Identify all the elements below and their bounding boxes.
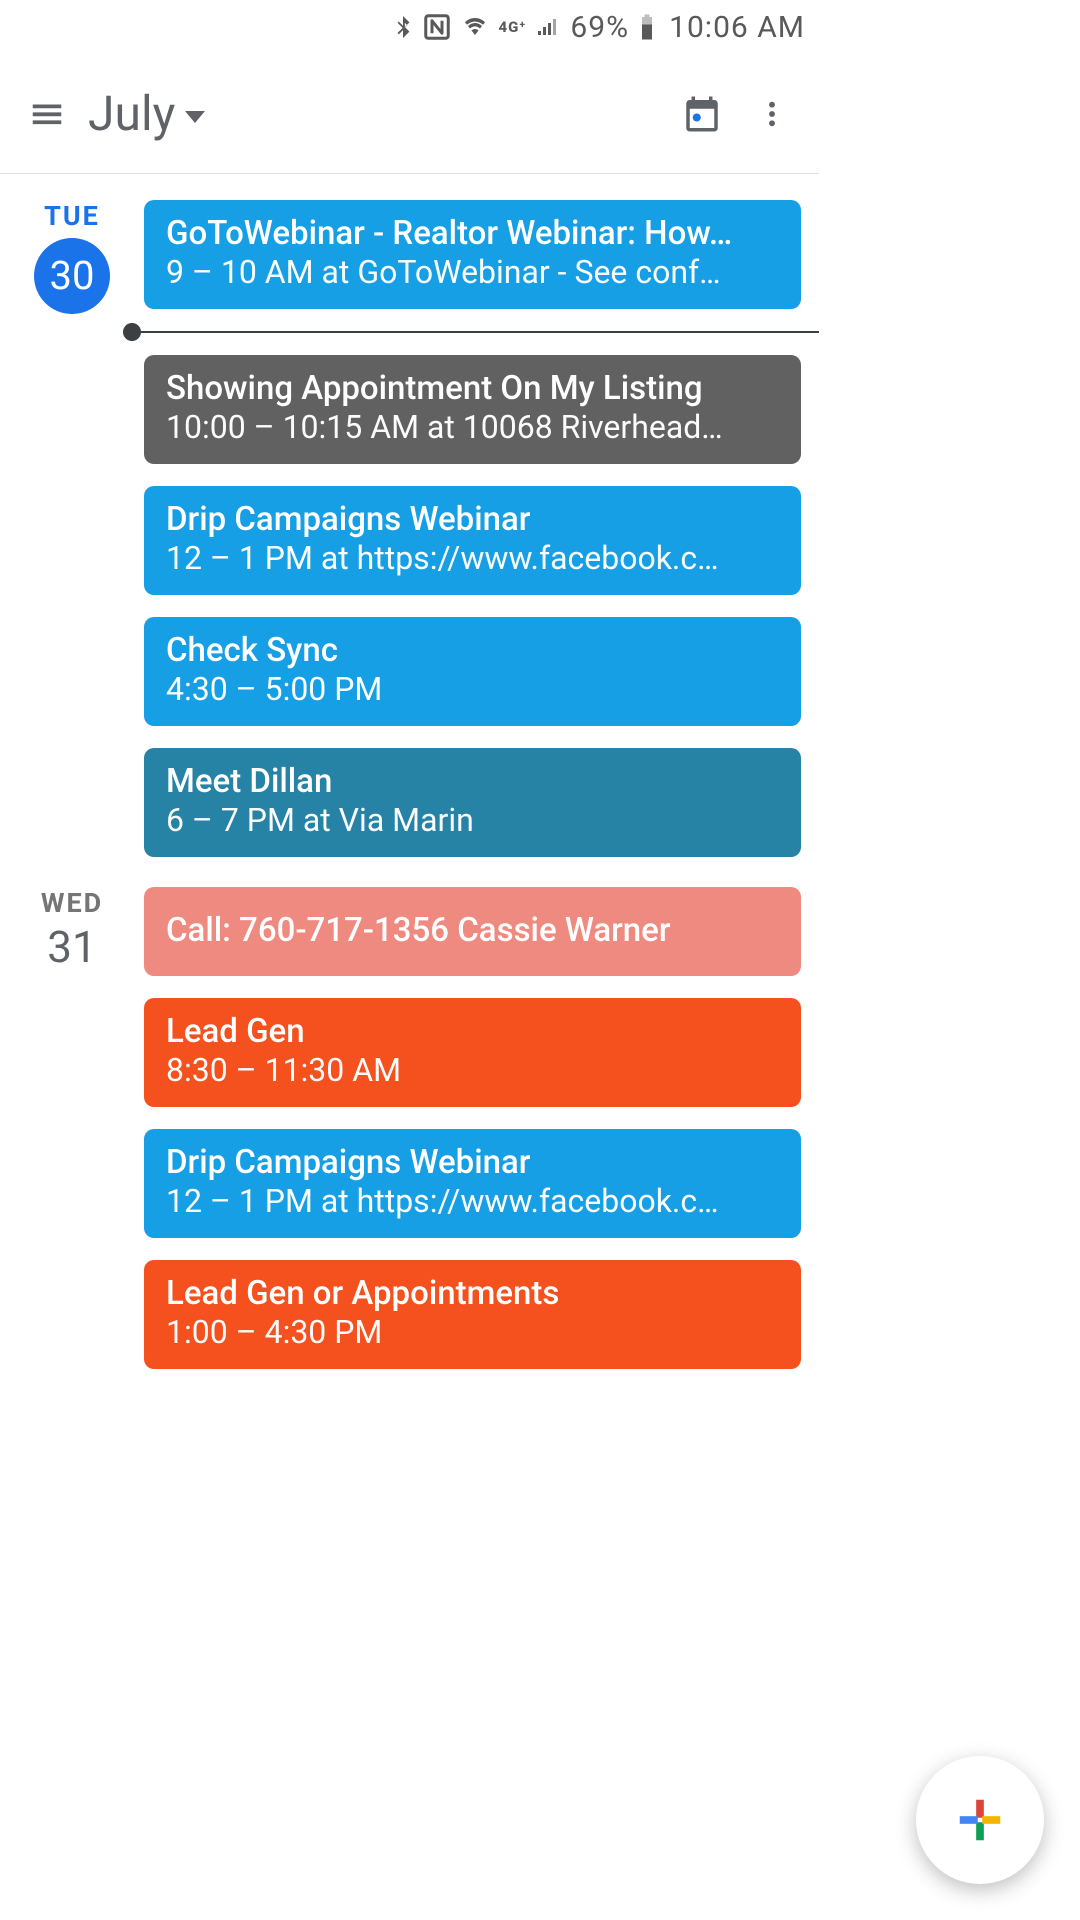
event-card[interactable]: Lead Gen8:30 – 11:30 AM	[144, 998, 801, 1107]
event-title: Lead Gen or Appointments	[166, 1274, 779, 1313]
bluetooth-icon	[392, 12, 414, 42]
event-card[interactable]: Showing Appointment On My Listing10:00 –…	[144, 355, 801, 464]
event-detail: 8:30 – 11:30 AM	[166, 1051, 779, 1089]
day-header[interactable]: TUE 30	[0, 200, 144, 857]
event-card[interactable]: Check Sync4:30 – 5:00 PM	[144, 617, 801, 726]
month-label: July	[88, 85, 175, 142]
event-card[interactable]: Drip Campaigns Webinar12 – 1 PM at https…	[144, 486, 801, 595]
status-time: 10:06 AM	[669, 10, 805, 45]
event-detail: 10:00 – 10:15 AM at 10068 Riverhead…	[166, 408, 779, 446]
day-of-week: WED	[41, 887, 103, 919]
event-title: Drip Campaigns Webinar	[166, 1143, 779, 1182]
wifi-icon	[460, 15, 490, 39]
event-card[interactable]: Lead Gen or Appointments1:00 – 4:30 PM	[144, 1260, 801, 1369]
day-header[interactable]: WED 31	[0, 887, 144, 1369]
day-row: TUE 30 GoToWebinar - Realtor Webinar: How……	[0, 200, 819, 887]
status-bar: 4G⁺ 69% 10:06 AM	[0, 0, 819, 54]
hamburger-icon	[28, 95, 66, 133]
lte-icon: 4G⁺	[498, 20, 526, 35]
event-title: Meet Dillan	[166, 762, 779, 801]
event-detail: 4:30 – 5:00 PM	[166, 670, 779, 708]
day-number: 31	[47, 925, 96, 969]
event-title: Drip Campaigns Webinar	[166, 500, 779, 539]
schedule-list[interactable]: TUE 30 GoToWebinar - Realtor Webinar: How……	[0, 174, 819, 1399]
event-detail: 6 – 7 PM at Via Marin	[166, 801, 779, 839]
day-number: 30	[34, 238, 110, 314]
today-button[interactable]	[667, 79, 737, 149]
create-event-fab[interactable]	[916, 1756, 1044, 1884]
event-card[interactable]: Meet Dillan6 – 7 PM at Via Marin	[144, 748, 801, 857]
chevron-down-icon	[185, 111, 205, 123]
event-title: Showing Appointment On My Listing	[166, 369, 779, 408]
event-title: GoToWebinar - Realtor Webinar: How…	[166, 214, 779, 253]
battery-icon	[637, 12, 657, 42]
plus-multicolor-icon	[953, 1793, 1007, 1847]
calendar-today-icon	[681, 93, 723, 135]
battery-percent: 69%	[570, 10, 629, 45]
overflow-button[interactable]	[737, 79, 807, 149]
event-detail: 1:00 – 4:30 PM	[166, 1313, 779, 1351]
event-detail: 9 – 10 AM at GoToWebinar - See conf…	[166, 253, 779, 291]
event-card[interactable]: Drip Campaigns Webinar12 – 1 PM at https…	[144, 1129, 801, 1238]
month-dropdown[interactable]: July	[88, 85, 205, 142]
event-title: Check Sync	[166, 631, 779, 670]
event-title: Call: 760-717-1356 Cassie Warner	[166, 905, 779, 958]
events-column: Call: 760-717-1356 Cassie Warner Lead Gen…	[144, 887, 801, 1369]
nfc-icon	[422, 12, 452, 42]
event-card[interactable]: GoToWebinar - Realtor Webinar: How…9 – 1…	[144, 200, 801, 309]
events-column: GoToWebinar - Realtor Webinar: How…9 – 1…	[144, 200, 801, 857]
menu-button[interactable]	[12, 79, 82, 149]
more-vert-icon	[756, 98, 788, 130]
event-card[interactable]: Call: 760-717-1356 Cassie Warner	[144, 887, 801, 976]
day-of-week: TUE	[44, 200, 100, 232]
event-detail: 12 – 1 PM at https://www.facebook.c…	[166, 539, 779, 577]
event-title: Lead Gen	[166, 1012, 779, 1051]
day-row: WED 31 Call: 760-717-1356 Cassie Warner Lea…	[0, 887, 819, 1399]
app-bar: July	[0, 54, 819, 174]
event-detail: 12 – 1 PM at https://www.facebook.c…	[166, 1182, 779, 1220]
now-indicator	[132, 331, 819, 333]
signal-icon	[534, 15, 562, 39]
